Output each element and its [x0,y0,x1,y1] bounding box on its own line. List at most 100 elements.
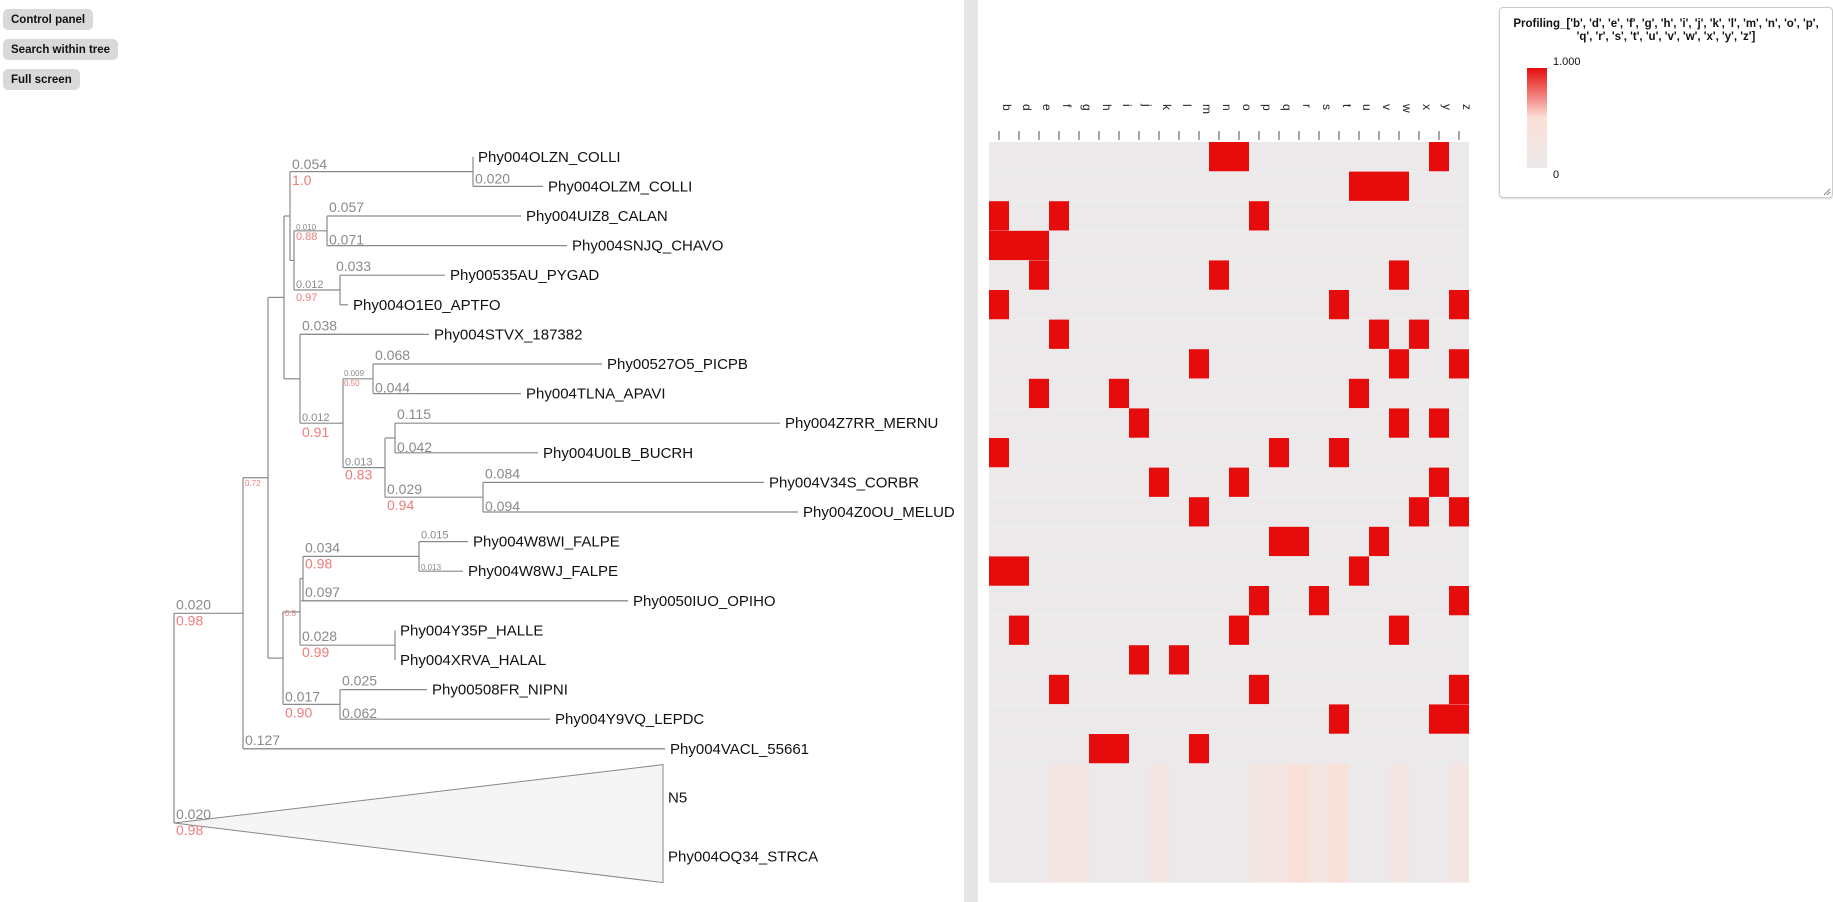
phylogenetic-tree[interactable]: Phy004OLZN_COLLI Phy004OLZM_COLLI Phy004UI… [0,0,964,902]
branch-length-label: 0.115 [397,406,431,422]
heatmap-cell [1229,142,1249,172]
heatmap-cell [1309,763,1329,883]
tip-label[interactable]: Phy00527O5_PICPB [607,356,748,373]
column-label: m [1200,104,1214,114]
tip-label[interactable]: Phy00508FR_NIPNI [432,682,568,699]
branch-length-label: 0.042 [397,439,432,455]
heatmap-cell [1009,230,1029,261]
tip-label[interactable]: Phy004OLZM_COLLI [548,178,692,195]
heatmap-cell [1249,674,1269,705]
heatmap-cell [1249,201,1269,231]
branch-length-label: 0.044 [375,380,410,396]
heatmap-cell [1329,438,1349,468]
branch-length-label: 0.015 [421,530,449,542]
heatmap-cell [1129,408,1149,438]
tip-label[interactable]: Phy0050IUO_OPIHO [633,593,776,610]
branch-length-label: 0.094 [485,498,520,514]
support-label: 1.0 [292,172,312,188]
tip-label[interactable]: Phy004OLZN_COLLI [478,149,621,166]
heatmap-row [989,230,1049,261]
tip-label[interactable]: Phy004Y35P_HALLE [400,622,543,639]
support-label: 0.99 [302,644,329,660]
branch-length-label: 0.012 [302,412,330,424]
panel-splitter[interactable] [964,0,978,902]
tip-label[interactable]: Phy004O1E0_APTFO [353,297,501,314]
tip-label[interactable]: Phy004STVX_187382 [434,326,582,343]
column-label: i [1120,104,1134,107]
heatmap-cell [1109,378,1129,409]
branch-length-label: 0.025 [342,673,377,689]
column-label: e [1040,104,1054,111]
support-label: 0.98 [305,555,332,571]
branch-length-label: 0.028 [302,628,337,644]
heatmap-cell [1449,349,1469,379]
heatmap-cell [1289,526,1309,557]
branch-length-label: 0.071 [329,232,364,248]
tip-label[interactable]: Phy004TLNA_APAVI [526,386,666,403]
column-label: l [1180,104,1194,107]
support-label: 0.50 [344,379,360,388]
heatmap-cell [1349,556,1369,586]
tip-label[interactable]: Phy004Z0OU_MELUD [803,504,955,521]
heatmap-cell [1329,704,1349,734]
collapsed-clade-label[interactable]: N5 [668,790,687,807]
collapsed-clade-triangle[interactable] [173,764,664,884]
column-label: u [1360,104,1374,111]
heatmap-cell [1309,586,1329,616]
heatmap-cell [1229,467,1249,498]
heatmap-cell [989,438,1009,468]
heatmap-cell [1129,645,1149,675]
heatmap-cell [1389,260,1409,290]
heatmap-cell [1389,171,1409,202]
column-label: d [1020,104,1034,111]
heatmap-cell [989,201,1009,231]
tip-label[interactable]: Phy004XRVA_HALAL [400,652,546,669]
heatmap-cell [1349,378,1369,409]
collapsed-clade-label[interactable]: Phy004OQ34_STRCA [668,849,818,866]
support-label: 0.98 [176,822,203,838]
heatmap-cell [1449,586,1469,616]
tip-label[interactable]: Phy004VACL_55661 [670,741,809,758]
support-label: 0.91 [302,424,329,440]
tip-label[interactable]: Phy004V34S_CORBR [769,474,919,491]
support-label: 0.83 [345,467,372,483]
heatmap-cell [1409,497,1429,527]
heatmap-cell [1029,378,1049,409]
column-label: v [1380,104,1394,110]
branch-length-label: 0.034 [305,539,340,555]
heatmap-cell [1369,319,1389,350]
column-label: j [1140,103,1154,107]
support-label: 0.72 [245,479,261,488]
branch-length-label: 0.017 [285,688,320,704]
tip-label[interactable]: Phy004UIZ8_CALAN [526,208,668,225]
heatmap-cell [1369,526,1389,557]
resize-handle-icon[interactable] [1823,188,1831,196]
branch-length-label: 0.029 [387,481,422,497]
tip-label[interactable]: Phy004Y9VQ_LEPDC [555,711,704,728]
heatmap-cell [1429,704,1449,734]
heatmap-cell [1369,171,1389,202]
profile-heatmap: bde f gh i j k l mnopq r s t uvwxyz [989,103,1474,883]
tip-label[interactable]: Phy004U0LB_BUCRH [543,445,693,462]
heatmap-cell [1329,763,1349,883]
heatmap-cell [1149,467,1169,498]
heatmap-cell [1169,645,1189,675]
branch-length-label: 0.084 [485,465,520,481]
branch-length-label: 0.033 [336,258,371,274]
tip-label[interactable]: Phy004SNJQ_CHAVO [572,238,723,255]
heatmap-cell [1449,763,1469,883]
heatmap-cell [1049,201,1069,231]
heatmap-cell [1429,142,1449,172]
tip-label[interactable]: Phy00535AU_PYGAD [450,267,599,284]
legend-panel: Profiling_['b', 'd', 'e', 'f', 'g', 'h',… [1499,7,1833,198]
column-label: b [1000,104,1014,111]
column-label: f [1060,104,1074,108]
heatmap-cell [989,556,1009,586]
heatmap-cell [1209,142,1229,172]
column-label: p [1260,104,1274,111]
column-label: w [1400,103,1414,113]
tip-label[interactable]: Phy004W8WI_FALPE [473,534,620,551]
support-label: 0.94 [387,497,414,513]
tip-label[interactable]: Phy004Z7RR_MERNU [785,415,938,432]
tip-label[interactable]: Phy004W8WJ_FALPE [468,563,618,580]
